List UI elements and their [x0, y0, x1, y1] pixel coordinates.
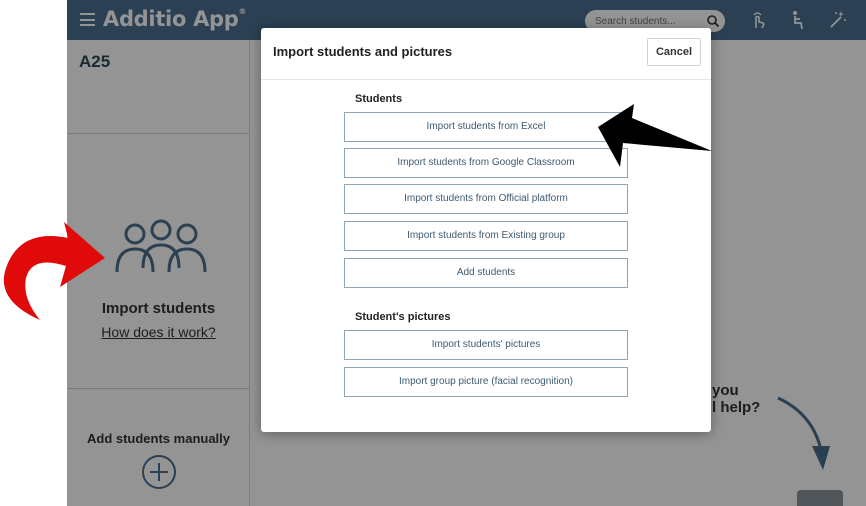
- dialog-header: Import students and pictures Cancel: [261, 28, 711, 80]
- import-from-existing-group-button[interactable]: Import students from Existing group: [344, 221, 628, 251]
- cancel-button[interactable]: Cancel: [647, 38, 701, 66]
- students-section-label: Students: [355, 93, 403, 105]
- pictures-section-label: Student's pictures: [355, 311, 451, 323]
- import-from-google-classroom-button[interactable]: Import students from Google Classroom: [344, 148, 628, 178]
- import-students-pictures-button[interactable]: Import students' pictures: [344, 330, 628, 360]
- dialog-title: Import students and pictures: [273, 44, 453, 59]
- import-from-excel-button[interactable]: Import students from Excel: [344, 112, 628, 142]
- import-dialog: Import students and pictures Cancel Stud…: [261, 28, 711, 432]
- screenshot-stage: Additio App® A25 Import students How doe…: [0, 0, 866, 506]
- add-students-button[interactable]: Add students: [344, 258, 628, 288]
- import-from-official-platform-button[interactable]: Import students from Official platform: [344, 184, 628, 214]
- import-group-picture-button[interactable]: Import group picture (facial recognition…: [344, 367, 628, 397]
